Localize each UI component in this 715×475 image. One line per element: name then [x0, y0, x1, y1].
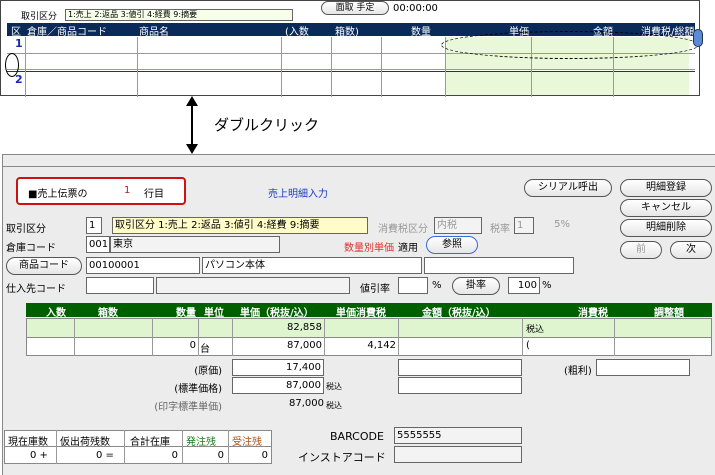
qty-price-label: 数量別単価 — [344, 243, 394, 254]
stock-header-total: 合計在庫 — [130, 437, 170, 448]
tax-rate-label: 税率 — [490, 224, 510, 235]
top-snippet: 取引区分 1:売上 2:返品 3:値引 4:経費 9:摘要 面取 手定 00:0… — [0, 0, 703, 97]
grid-header-hako: 箱数 — [98, 308, 118, 319]
grid-row-a[interactable] — [26, 318, 712, 338]
tax-rate-field: 1 — [514, 217, 534, 234]
print-std-label: (印字標準単価) — [154, 402, 222, 413]
rate-button[interactable]: 掛率 — [452, 277, 500, 295]
next-button[interactable]: 次 — [670, 241, 712, 259]
kubun-label: 取引区分 — [6, 224, 46, 235]
instore-field — [394, 446, 522, 463]
top-kubun-label: 取引区分 — [21, 12, 58, 22]
slip-suffix: 行目 — [144, 189, 164, 200]
tax-rate-percent: 5% — [554, 219, 570, 230]
discount-percent: % — [432, 280, 442, 291]
stock-header-current: 現在庫数 — [8, 437, 48, 448]
grid-header-amount: 金額（税抜/込） — [422, 308, 496, 319]
register-button[interactable]: 明細登録 — [620, 179, 712, 197]
top-header-code: 倉庫／商品コード — [27, 27, 107, 38]
grid-header-price: 単価（税抜/込） — [240, 308, 314, 319]
std-price-tax: 税込 — [326, 382, 342, 391]
stock-value-backorder: 0 — [261, 450, 268, 461]
rate-input[interactable]: 100 — [508, 277, 540, 294]
print-std-tax: 税込 — [326, 401, 342, 410]
kubun-input[interactable]: 1 — [86, 217, 102, 234]
kubun-hint: 取引区分 1:売上 2:返品 3:値引 4:経費 9:摘要 — [112, 217, 368, 234]
cost-field: 17,400 — [232, 359, 324, 376]
grid-header-unit: 単位 — [204, 308, 224, 319]
slip-prefix: ■売上伝票の — [28, 189, 88, 200]
product-name-input[interactable]: パソコン本体 — [202, 257, 422, 274]
stock-value-order: 0 — [217, 450, 224, 461]
grid-header-adjust: 調整額 — [654, 308, 684, 319]
row-a-tax: 税込 — [526, 325, 545, 335]
std-price-label: (標準価格) — [174, 384, 222, 395]
top-row2-number: 2 — [15, 73, 23, 86]
supplier-code-input[interactable] — [86, 277, 154, 294]
std-amount-field — [398, 377, 522, 394]
supplier-label: 仕入先コード — [6, 284, 66, 295]
top-row2-bg[interactable] — [445, 71, 689, 95]
top-time: 00:00:00 — [393, 3, 438, 14]
gross-label: (粗利) — [564, 366, 592, 377]
scrollbar-knob[interactable] — [693, 29, 703, 47]
cancel-button[interactable]: キャンセル — [620, 199, 712, 217]
stock-value-total: 0 — [171, 450, 178, 461]
panel-title: 売上明細入力 — [268, 189, 328, 200]
row-b-qty: 0 — [189, 340, 196, 351]
warehouse-name-field: 東京 — [110, 236, 280, 253]
top-header-hako: 箱数) — [335, 27, 359, 38]
stock-header-temp: 仮出荷残数 — [60, 437, 110, 448]
grid-header-tax: 消費税 — [578, 308, 608, 319]
top-header-ku: 区 — [11, 27, 21, 38]
std-price-field: 87,000 — [232, 377, 324, 394]
top-kubun-hint: 1:売上 2:返品 3:値引 4:経費 9:摘要 — [65, 9, 293, 21]
stock-value-temp: 0 = — [96, 450, 114, 461]
grid-header-irisu: 入数 — [46, 308, 66, 319]
row-a-price: 82,858 — [287, 322, 322, 333]
serial-call-button[interactable]: シリアル呼出 — [524, 179, 612, 197]
row-b-price: 87,000 — [287, 340, 322, 351]
stock-header-order: 発注残 — [186, 437, 216, 448]
top-row1-number: 1 — [15, 37, 23, 50]
top-header-irisu: (入数 — [285, 27, 309, 38]
barcode-label: BARCODE — [330, 430, 384, 443]
product-code-input[interactable]: 00100001 — [86, 257, 200, 274]
discount-label: 値引率 — [360, 284, 390, 295]
row-b-unit: 台 — [200, 344, 210, 355]
stock-value-current: 0 + — [30, 450, 48, 461]
cost-label: (原価) — [194, 366, 222, 377]
reference-button[interactable]: 参照 — [426, 236, 478, 254]
tax-class-field: 内税 — [434, 217, 482, 234]
gross-field — [596, 359, 690, 376]
grid-header-qty: 数量 — [176, 308, 196, 319]
rate-percent: % — [542, 280, 552, 291]
top-header-name: 商品名 — [139, 27, 169, 38]
warehouse-code-input[interactable]: 001 — [86, 236, 110, 253]
instore-label: インストアコード — [298, 451, 386, 464]
delete-button[interactable]: 明細削除 — [620, 219, 712, 237]
dblclick-ellipse-right — [441, 31, 699, 59]
tax-class-label: 消費税区分 — [378, 224, 428, 235]
row-b-unit-tax: 4,142 — [367, 340, 396, 351]
slip-no: 1 — [124, 185, 131, 196]
apply-label: 適用 — [398, 243, 418, 254]
grid-header-unit-tax: 単価消費税 — [336, 308, 386, 319]
double-arrow-icon — [186, 96, 198, 154]
warehouse-label: 倉庫コード — [6, 243, 56, 254]
product-code-button[interactable]: 商品コード — [6, 257, 82, 275]
top-menu-button[interactable]: 面取 手定 — [321, 1, 389, 15]
print-std-value: 87,000 — [289, 398, 324, 409]
supplier-name-field — [156, 277, 350, 294]
top-header-qty: 数量 — [411, 27, 431, 38]
prev-button[interactable]: 前 — [620, 241, 662, 259]
discount-input[interactable] — [398, 277, 428, 294]
product-extra-field[interactable] — [424, 257, 574, 274]
cost-amount-field — [398, 359, 522, 376]
barcode-field: 5555555 — [394, 427, 522, 444]
dblclick-ellipse-left — [5, 53, 19, 77]
annotation-text: ダブルクリック — [214, 116, 320, 134]
stock-header-backorder: 受注残 — [232, 437, 262, 448]
row-b-paren: ( — [526, 340, 530, 351]
